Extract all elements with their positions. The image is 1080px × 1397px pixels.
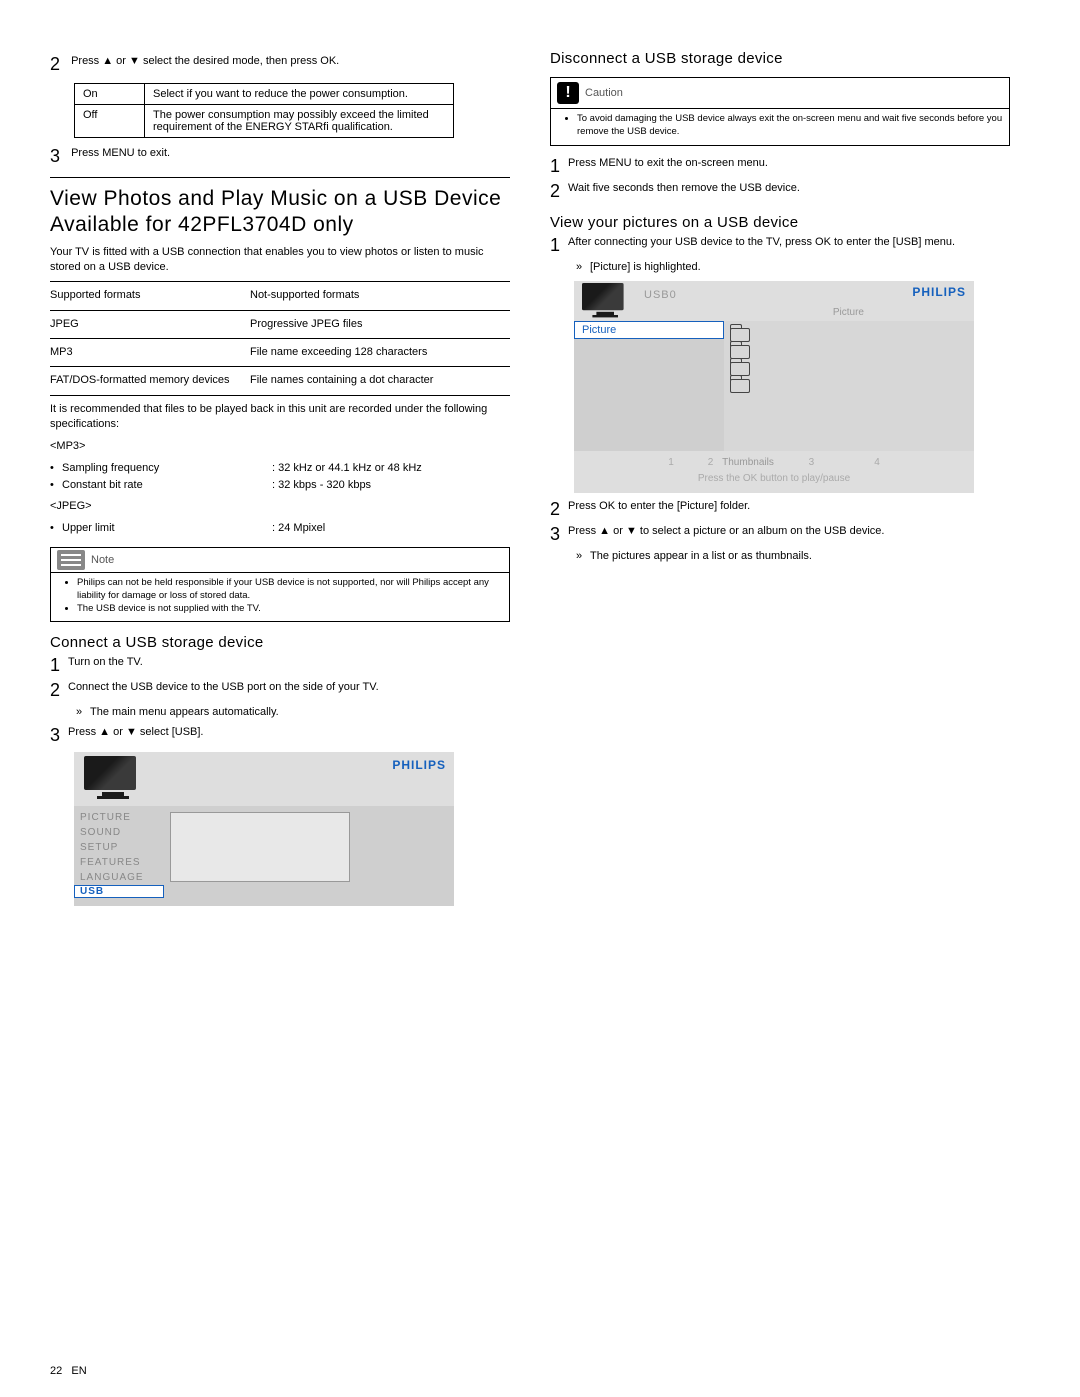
folder-icon bbox=[730, 345, 750, 359]
caution-icon: ! bbox=[557, 82, 579, 104]
fmt-cell: Progressive JPEG ﬁles bbox=[250, 317, 510, 332]
reco-text: It is recommended that ﬁles to be played… bbox=[50, 402, 510, 433]
divider bbox=[50, 310, 510, 311]
fmt-cell: FAT/DOS-formatted memory devices bbox=[50, 373, 250, 388]
fmt-cell: JPEG bbox=[50, 317, 250, 332]
step-number: 2 bbox=[550, 181, 568, 202]
step-number: 3 bbox=[550, 524, 568, 545]
pane-label: Picture bbox=[833, 307, 864, 318]
tv-icon bbox=[582, 283, 628, 318]
step-number: 1 bbox=[50, 655, 68, 676]
fmt-cell: MP3 bbox=[50, 345, 250, 360]
result-text: The main menu appears automatically. bbox=[90, 706, 279, 718]
spec-key: Sampling frequency bbox=[62, 460, 272, 477]
menu-item-language: LANGUAGE bbox=[74, 870, 164, 885]
heading-disconnect-usb: Disconnect a USB storage device bbox=[550, 50, 1010, 67]
step-text: Press OK to enter the [Picture] folder. bbox=[568, 499, 998, 514]
step-number: 3 bbox=[50, 146, 68, 167]
step-number: 3 bbox=[50, 725, 68, 746]
caution-box: ! Caution To avoid damaging the USB devi… bbox=[550, 77, 1010, 146]
note-item: Philips can not be held responsible if y… bbox=[77, 577, 503, 603]
footer-hint: Press the OK button to play/pause bbox=[574, 471, 974, 487]
usb-title: USB0 bbox=[644, 289, 677, 301]
note-box: Note Philips can not be held responsible… bbox=[50, 547, 510, 622]
menu-item-setup: SETUP bbox=[74, 840, 164, 855]
divider bbox=[50, 338, 510, 339]
footer-nav-hints: 12 Thumbnails 34 bbox=[574, 455, 974, 471]
tv-icon bbox=[84, 756, 142, 800]
cell-off-desc: The power consumption may possibly excee… bbox=[145, 105, 454, 138]
step-text: Press ▲ or ▼ select [USB]. bbox=[68, 725, 498, 740]
power-mode-table: On Select if you want to reduce the powe… bbox=[74, 83, 454, 138]
step-text: Turn on the TV. bbox=[68, 655, 498, 670]
tv-main-menu-screenshot: PHILIPS PICTURE SOUND SETUP FEATURES LAN… bbox=[74, 752, 454, 906]
divider bbox=[50, 177, 510, 178]
step-number: 1 bbox=[550, 156, 568, 177]
spec-val: : 32 kbps - 320 kbps bbox=[272, 477, 510, 494]
cell-on: On bbox=[75, 84, 145, 105]
spec-key: Constant bit rate bbox=[62, 477, 272, 494]
spec-val: : 32 kHz or 44.1 kHz or 48 kHz bbox=[272, 460, 510, 477]
caution-item: To avoid damaging the USB device always … bbox=[577, 113, 1003, 139]
caution-title: Caution bbox=[585, 87, 623, 99]
fmt-cell: File name exceeding 128 characters bbox=[250, 345, 510, 360]
cell-on-desc: Select if you want to reduce the power c… bbox=[145, 84, 454, 105]
menu-item-features: FEATURES bbox=[74, 855, 164, 870]
result-arrow-icon: » bbox=[76, 705, 90, 720]
col-header-supported: Supported formats bbox=[50, 288, 250, 303]
folder-icon bbox=[730, 362, 750, 376]
divider bbox=[50, 395, 510, 396]
note-item: The USB device is not supplied with the … bbox=[77, 603, 503, 616]
intro-text: Your TV is ﬁtted with a USB connection t… bbox=[50, 245, 510, 276]
heading-usb-photos-music: View Photos and Play Music on a USB Devi… bbox=[50, 186, 510, 212]
spec-key: Upper limit bbox=[62, 520, 272, 537]
result-arrow-icon: » bbox=[576, 260, 590, 275]
step-number: 2 bbox=[550, 499, 568, 520]
menu-item-sound: SOUND bbox=[74, 825, 164, 840]
step-number: 2 bbox=[50, 680, 68, 701]
jpeg-tag: <JPEG> bbox=[50, 499, 510, 514]
spec-val: : 24 Mpixel bbox=[272, 520, 510, 537]
heading-connect-usb: Connect a USB storage device bbox=[50, 634, 510, 651]
step-text: Press ▲ or ▼ select the desired mode, th… bbox=[71, 54, 501, 69]
step-number: 2 bbox=[50, 54, 68, 75]
heading-view-pictures: View your pictures on a USB device bbox=[550, 214, 1010, 231]
usb-browser-screenshot: USB0 PHILIPS Picture Picture 12 Thumbnai… bbox=[574, 281, 974, 493]
step-text: Press MENU to exit. bbox=[71, 146, 501, 161]
menu-item-usb-selected: USB bbox=[74, 885, 164, 898]
note-title: Note bbox=[91, 554, 114, 566]
step-text: Wait ﬁve seconds then remove the USB dev… bbox=[568, 181, 998, 196]
fmt-cell: File names containing a dot character bbox=[250, 373, 510, 388]
usb-item-picture-selected: Picture bbox=[574, 321, 724, 339]
cell-off: Off bbox=[75, 105, 145, 138]
step-text: After connecting your USB device to the … bbox=[568, 235, 998, 250]
step-text: Press MENU to exit the on-screen menu. bbox=[568, 156, 998, 171]
step-number: 1 bbox=[550, 235, 568, 256]
heading-model-note: Available for 42PFL3704D only bbox=[50, 212, 510, 238]
folder-icon bbox=[730, 328, 750, 342]
result-text: The pictures appear in a list or as thum… bbox=[590, 550, 812, 562]
menu-item-picture: PICTURE bbox=[74, 810, 164, 825]
col-header-unsupported: Not-supported formats bbox=[250, 288, 510, 303]
philips-logo: PHILIPS bbox=[912, 285, 966, 299]
divider bbox=[50, 366, 510, 367]
result-text: [Picture] is highlighted. bbox=[590, 261, 701, 273]
page-footer: 22 EN bbox=[50, 1365, 87, 1377]
divider bbox=[50, 281, 510, 282]
submenu-panel bbox=[170, 812, 350, 882]
step-text: Connect the USB device to the USB port o… bbox=[68, 680, 498, 695]
note-icon bbox=[57, 550, 85, 570]
philips-logo: PHILIPS bbox=[392, 758, 446, 772]
mp3-tag: <MP3> bbox=[50, 439, 510, 454]
step-text: Press ▲ or ▼ to select a picture or an a… bbox=[568, 524, 998, 539]
result-arrow-icon: » bbox=[576, 549, 590, 564]
folder-icon bbox=[730, 379, 750, 393]
